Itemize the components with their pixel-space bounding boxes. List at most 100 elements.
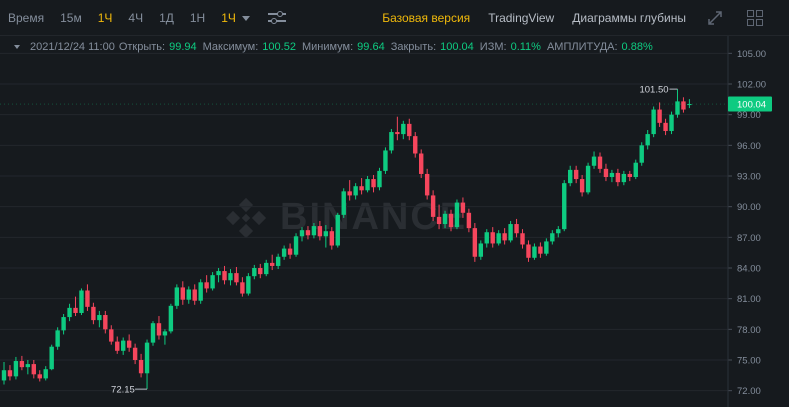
y-tick-label: 78.00 xyxy=(737,325,761,336)
candle-body xyxy=(377,170,382,188)
candle-body xyxy=(621,173,627,183)
candle-body xyxy=(430,195,436,217)
candle-body xyxy=(240,282,245,294)
candle-body xyxy=(204,282,209,289)
candle-body xyxy=(37,374,42,379)
candle-body xyxy=(508,224,513,241)
candle-body xyxy=(359,186,364,191)
candle-body xyxy=(73,307,78,313)
interval-1h[interactable]: 1Ч xyxy=(90,11,121,25)
candle-body xyxy=(329,231,334,246)
y-tick-label: 90.00 xyxy=(737,202,761,213)
candle-body xyxy=(448,213,454,228)
candle-body xyxy=(484,232,489,244)
candle-body xyxy=(91,306,96,321)
view-switcher: Базовая версия TradingView Диаграммы глу… xyxy=(373,9,789,26)
candle-body xyxy=(550,233,555,242)
caret-down-icon xyxy=(241,15,250,21)
candle-body xyxy=(25,364,31,368)
candle-body xyxy=(353,186,358,196)
y-tick-label: 72.00 xyxy=(737,386,761,397)
candle-body xyxy=(323,231,329,237)
expand-icon[interactable] xyxy=(707,10,723,26)
candle-body xyxy=(252,268,257,277)
candle-body xyxy=(121,340,126,351)
candle-body xyxy=(55,330,60,347)
chart-toolbar: Время 15м 1Ч 4Ч 1Д 1Н 1Ч Базовая версия … xyxy=(0,0,789,36)
y-tick-label: 84.00 xyxy=(737,264,761,275)
y-tick-label: 87.00 xyxy=(737,233,761,244)
y-tick-label: 105.00 xyxy=(737,49,766,60)
candle-body xyxy=(198,282,203,301)
candle-body xyxy=(162,331,168,336)
candle-body xyxy=(347,191,352,196)
candle-body xyxy=(150,323,156,343)
interval-1w[interactable]: 1Н xyxy=(182,11,213,25)
candle-body xyxy=(79,290,84,313)
interval-15m[interactable]: 15м xyxy=(52,11,90,25)
view-depth-chart[interactable]: Диаграммы глубины xyxy=(563,11,695,25)
candle-body xyxy=(472,228,478,257)
candle-body xyxy=(401,123,406,135)
candle-body xyxy=(138,360,144,374)
y-tick-label: 102.00 xyxy=(737,80,766,91)
candle-body xyxy=(645,134,650,146)
low-marker-label: 72.15 xyxy=(111,385,135,396)
candle-body xyxy=(168,305,174,332)
candle-body xyxy=(514,224,519,234)
candle-body xyxy=(389,132,394,151)
candle-body xyxy=(562,183,567,230)
candle-body xyxy=(627,173,632,178)
candle-body xyxy=(270,262,275,266)
candle-body xyxy=(573,169,579,180)
candle-body xyxy=(216,271,221,276)
candle-body xyxy=(1,370,7,381)
candle-body xyxy=(556,229,561,234)
candle-body xyxy=(85,290,90,307)
candle-body xyxy=(13,361,19,377)
candle-body xyxy=(156,323,162,336)
candle-body xyxy=(675,101,680,115)
candle-body xyxy=(210,275,215,289)
settings-sliders-icon[interactable] xyxy=(267,10,286,25)
candle-body xyxy=(651,109,656,135)
candle-body xyxy=(365,179,370,191)
candle-body xyxy=(526,244,531,258)
last-price-label: 100.04 xyxy=(737,100,766,111)
candle-body xyxy=(109,329,114,342)
candle-body xyxy=(126,340,132,348)
candle-body xyxy=(317,226,323,237)
time-label[interactable]: Время xyxy=(0,11,52,25)
candle-body xyxy=(264,262,269,275)
interval-4h[interactable]: 4Ч xyxy=(120,11,151,25)
grid-layout-icon[interactable] xyxy=(747,9,763,26)
y-tick-label: 93.00 xyxy=(737,172,761,183)
candle-body xyxy=(663,122,668,132)
candle-body xyxy=(568,169,573,184)
candle-body xyxy=(61,317,66,331)
candle-body xyxy=(144,342,150,374)
candle-body xyxy=(335,214,340,246)
candle-body xyxy=(639,145,644,163)
y-tick-label: 75.00 xyxy=(737,356,761,367)
candle-body xyxy=(615,172,621,183)
candle-body xyxy=(466,212,472,229)
candle-body xyxy=(657,109,662,123)
view-tradingview[interactable]: TradingView xyxy=(479,11,563,25)
candlestick-chart[interactable]: 72.00 75.00 78.00 81.00 84.00 87.00 90.00 93.00… xyxy=(0,36,789,407)
candle-body xyxy=(341,191,346,215)
view-basic[interactable]: Базовая версия xyxy=(373,11,479,25)
interval-1d[interactable]: 1Д xyxy=(151,11,182,25)
candle-body xyxy=(442,213,448,225)
candle-body xyxy=(579,179,585,193)
candle-body xyxy=(180,287,185,300)
candle-body xyxy=(43,369,48,379)
candle-body xyxy=(281,248,287,257)
candle-body xyxy=(67,307,72,318)
candle-body xyxy=(49,346,54,370)
candle-body xyxy=(228,273,233,281)
candle-body xyxy=(103,315,108,330)
high-marker-label: 101.50 xyxy=(639,85,668,96)
interval-dropdown[interactable]: 1Ч xyxy=(213,11,258,25)
candle-body xyxy=(520,233,525,245)
